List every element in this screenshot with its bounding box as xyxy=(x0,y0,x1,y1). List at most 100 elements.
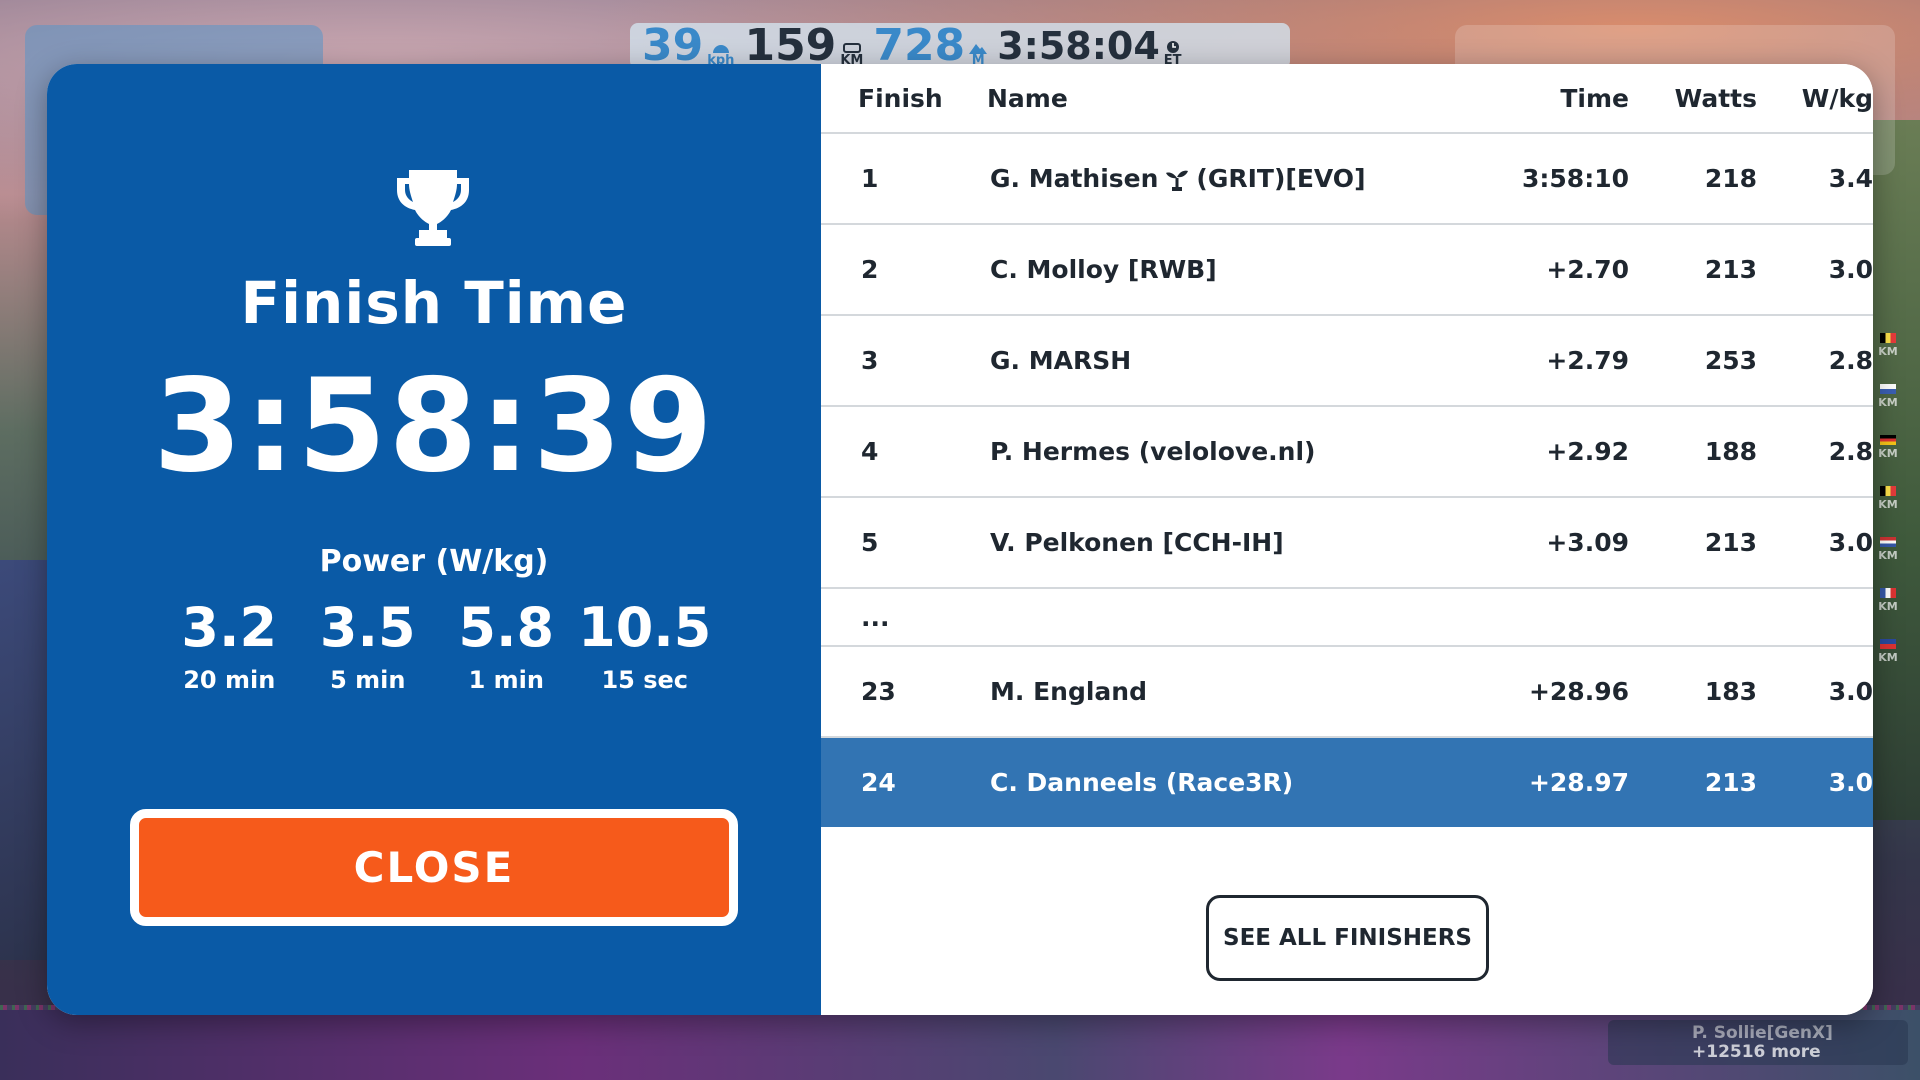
row-wkg: 3.0 xyxy=(1828,768,1873,797)
power-value: 10.5 xyxy=(578,596,712,659)
more-riders-box: P. Sollie[GenX] +12516 more xyxy=(1608,1020,1908,1065)
row-wkg: 2.8 xyxy=(1828,346,1873,375)
row-time: 3:58:10 xyxy=(1522,164,1629,193)
table-row[interactable]: 23 M. England +28.96 183 3.0 xyxy=(821,647,1873,738)
row-watts: 218 xyxy=(1704,164,1757,193)
row-name: V. Pelkonen [CCH-IH] xyxy=(990,528,1284,557)
header-finish: Finish xyxy=(858,83,943,113)
row-name: P. Hermes (velolove.nl) xyxy=(990,437,1316,466)
row-finish: 23 xyxy=(861,677,896,706)
more-riders-count: +12516 more xyxy=(1692,1042,1821,1062)
row-watts: 213 xyxy=(1704,255,1757,284)
elapsed-value: 3:58:04 xyxy=(997,24,1160,68)
row-time: +2.70 xyxy=(1546,255,1629,284)
flag-icon xyxy=(1880,486,1896,496)
power-duration: 1 min xyxy=(468,666,544,694)
ride-hud: 39 kph 159 KM 728 M 3:58:04 ET xyxy=(630,23,1290,69)
row-time: +28.97 xyxy=(1528,768,1629,797)
table-row[interactable]: 2 C. Molloy [RWB] +2.70 213 3.0 xyxy=(821,225,1873,316)
power-stat: 3.2 20 min xyxy=(160,596,299,694)
speed-value: 39 xyxy=(642,20,704,71)
row-wkg: 3.0 xyxy=(1828,528,1873,557)
flag-icon xyxy=(1880,435,1896,445)
table-row[interactable]: 3 G. MARSH +2.79 253 2.8 xyxy=(821,316,1873,407)
table-row[interactable]: 4 P. Hermes (velolove.nl) +2.92 188 2.8 xyxy=(821,407,1873,498)
close-button[interactable]: CLOSE xyxy=(130,809,738,926)
power-stat: 10.5 15 sec xyxy=(576,596,715,694)
sliver-row: KM xyxy=(1873,473,1903,524)
power-duration: 20 min xyxy=(183,666,276,694)
table-row[interactable]: 5 V. Pelkonen [CCH-IH] +3.09 213 3.0 xyxy=(821,498,1873,589)
header-name: Name xyxy=(987,83,1068,113)
row-wkg: 3.4 xyxy=(1828,164,1873,193)
hud-distance: 159 KM xyxy=(744,24,863,68)
clock-icon xyxy=(1166,41,1179,53)
row-name: C. Danneels (Race3R) xyxy=(990,768,1294,797)
flag-icon xyxy=(1880,588,1896,598)
ellipsis-text: ... xyxy=(861,602,890,632)
row-watts: 213 xyxy=(1704,768,1757,797)
finish-summary-panel: Finish Time 3:58:39 Power (W/kg) 3.2 20 … xyxy=(47,64,821,1015)
table-row[interactable]: 1 G. Mathisen (GRIT)[EVO] 3:58:10 218 3.… xyxy=(821,134,1873,225)
more-riders-name: P. Sollie[GenX] xyxy=(1692,1023,1833,1043)
row-team: (GRIT)[EVO] xyxy=(1196,164,1366,193)
power-value: 5.8 xyxy=(458,596,555,659)
header-watts: Watts xyxy=(1674,83,1757,113)
distance-value: 159 xyxy=(744,20,837,71)
sliver-row: KM xyxy=(1873,422,1903,473)
hud-elevation: 728 M xyxy=(873,20,988,71)
row-time: +2.92 xyxy=(1546,437,1629,466)
elevation-value: 728 xyxy=(873,20,966,71)
power-label: Power (W/kg) xyxy=(319,544,549,579)
row-wkg: 3.0 xyxy=(1828,255,1873,284)
row-name: M. England xyxy=(990,677,1147,706)
row-finish: 24 xyxy=(861,768,896,797)
row-time: +3.09 xyxy=(1546,528,1629,557)
hud-elapsed: 3:58:04 ET xyxy=(997,24,1181,68)
sliver-row: KM xyxy=(1873,626,1903,677)
power-stat: 5.8 1 min xyxy=(437,596,576,694)
sprout-icon xyxy=(1166,170,1189,191)
row-watts: 183 xyxy=(1704,677,1757,706)
power-value: 3.2 xyxy=(181,596,278,659)
row-time: +28.96 xyxy=(1528,677,1629,706)
flag-icon xyxy=(1880,537,1896,547)
results-table-header: Finish Name Time Watts W/kg xyxy=(821,64,1873,134)
trophy-icon xyxy=(397,170,469,246)
row-watts: 188 xyxy=(1704,437,1757,466)
sliver-row: KM xyxy=(1873,320,1903,371)
row-finish: 4 xyxy=(861,437,879,466)
row-name: G. MARSH xyxy=(990,346,1132,375)
row-wkg: 3.0 xyxy=(1828,677,1873,706)
row-time: +2.79 xyxy=(1546,346,1629,375)
hud-speed: 39 kph xyxy=(642,24,734,68)
flag-icon xyxy=(1880,639,1896,649)
row-finish: 2 xyxy=(861,255,879,284)
power-duration: 15 sec xyxy=(601,666,689,694)
row-watts: 253 xyxy=(1704,346,1757,375)
row-finish: 5 xyxy=(861,528,879,557)
flag-icon xyxy=(1880,384,1896,394)
finish-modal: Finish Time 3:58:39 Power (W/kg) 3.2 20 … xyxy=(47,64,1873,1015)
power-stats: 3.2 20 min 3.5 5 min 5.8 1 min 10.5 15 s… xyxy=(160,596,714,694)
row-name: G. Mathisen xyxy=(990,164,1159,193)
finish-time-title: Finish Time xyxy=(240,269,628,337)
flag-icon xyxy=(1880,333,1896,343)
see-all-finishers-button[interactable]: SEE ALL FINISHERS xyxy=(1206,895,1489,981)
results-panel: Finish Name Time Watts W/kg 1 G. Mathise… xyxy=(821,64,1873,1015)
row-name: C. Molloy [RWB] xyxy=(990,255,1217,284)
header-time: Time xyxy=(1560,83,1629,113)
power-duration: 5 min xyxy=(330,666,406,694)
sliver-row: KM xyxy=(1873,524,1903,575)
row-finish: 1 xyxy=(861,164,879,193)
row-watts: 213 xyxy=(1704,528,1757,557)
row-name-cell: G. Mathisen (GRIT)[EVO] xyxy=(987,164,1479,193)
row-wkg: 2.8 xyxy=(1828,437,1873,466)
header-wkg: W/kg xyxy=(1801,83,1873,113)
table-row-current-user[interactable]: 24 C. Danneels (Race3R) +28.97 213 3.0 xyxy=(821,738,1873,827)
power-stat: 3.5 5 min xyxy=(299,596,438,694)
live-leaderboard-sliver: KM KM KM KM KM KM KM xyxy=(1873,320,1903,1020)
sliver-row: KM xyxy=(1873,575,1903,626)
table-ellipsis-row: ... xyxy=(821,589,1873,647)
sliver-row: KM xyxy=(1873,371,1903,422)
